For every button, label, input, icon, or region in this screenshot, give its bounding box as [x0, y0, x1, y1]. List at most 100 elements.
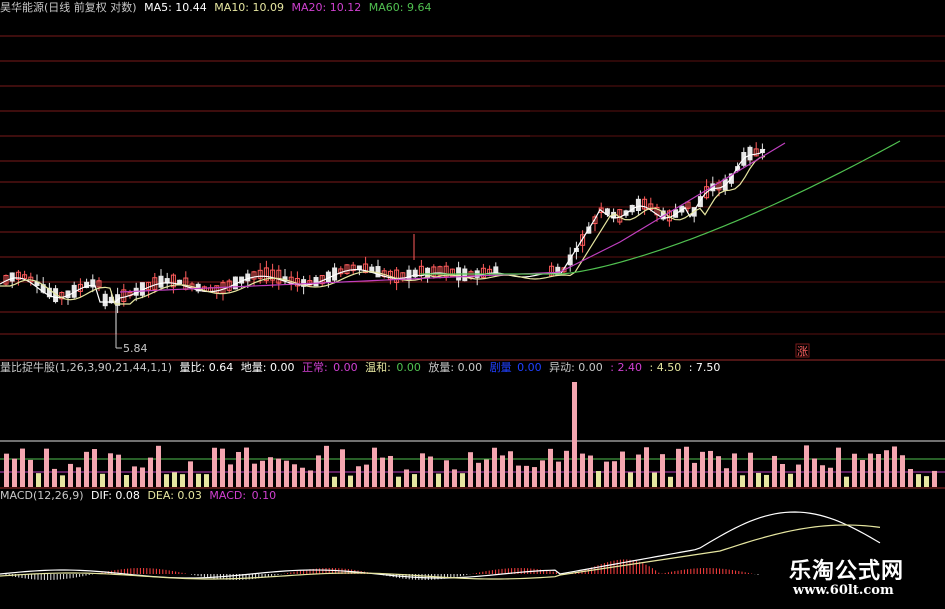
volume-bar: [356, 466, 361, 487]
volume-bar: [76, 467, 81, 487]
volume-bar: [780, 463, 785, 487]
volume-bar: [500, 455, 505, 487]
volume-bar: [764, 474, 769, 487]
volume-bar: [204, 474, 209, 487]
volume-bar: [60, 475, 65, 487]
volume-bar: [364, 464, 369, 487]
volume-bar: [340, 449, 345, 487]
candle-body: [747, 146, 753, 161]
volume-bar: [316, 455, 321, 487]
watermark-url: www.60lt.com: [793, 583, 894, 598]
volume-bar: [892, 446, 897, 487]
volume-bar: [196, 473, 201, 487]
volume-bar: [636, 454, 641, 487]
volume-bar: [84, 451, 89, 487]
volume-bar: [308, 470, 313, 487]
dea-line: [0, 524, 881, 580]
volume-bar: [28, 459, 33, 487]
volume-bar: [684, 446, 689, 487]
volume-bar: [12, 458, 17, 487]
volume-bar: [268, 457, 273, 487]
volume-bar: [828, 467, 833, 487]
volume-bar: [460, 473, 465, 487]
volume-bars: [4, 382, 937, 487]
volume-bar: [908, 468, 913, 487]
volume-bar: [548, 448, 553, 487]
volume-bar: [132, 466, 137, 487]
volume-bar: [924, 476, 929, 487]
volume-bar: [212, 447, 217, 487]
volume-bar: [700, 451, 705, 487]
volume-bar: [476, 462, 481, 487]
volume-bar: [396, 476, 401, 487]
volume-bar: [820, 465, 825, 487]
volume-bar: [348, 475, 353, 487]
volume-bar: [692, 462, 697, 487]
volume-bar: [260, 460, 265, 487]
volume-bar: [804, 445, 809, 487]
volume-bar: [852, 453, 857, 487]
volume-bar: [300, 467, 305, 487]
ma5-line: [0, 148, 766, 303]
volume-bar: [876, 454, 881, 487]
volume-bar: [540, 460, 545, 487]
volume-bar: [436, 473, 441, 487]
volume-bar: [516, 465, 521, 487]
volume-bar: [492, 447, 497, 487]
volume-bar: [756, 472, 761, 487]
dif-line: [0, 511, 881, 579]
low-price-label: 5.84: [123, 342, 148, 355]
volume-bar: [20, 448, 25, 487]
volume-bar: [932, 470, 937, 487]
volume-bar: [628, 472, 633, 487]
volume-bar: [116, 454, 121, 487]
volume-bar: [412, 474, 417, 487]
volume-bar: [836, 447, 841, 487]
volume-bar: [812, 458, 817, 487]
volume-bar: [236, 451, 241, 487]
volume-bar: [292, 464, 297, 487]
volume-bar: [732, 453, 737, 487]
volume-bar: [444, 460, 449, 487]
volume-bar: [916, 474, 921, 487]
volume-bar: [660, 454, 665, 487]
low-price-marker: [115, 334, 122, 349]
volume-bar: [860, 460, 865, 487]
watermark-name: 乐淘公式网: [789, 559, 905, 584]
volume-bar: [468, 452, 473, 487]
volume-bar: [4, 453, 9, 487]
volume-bar: [484, 459, 489, 487]
volume-bar: [220, 448, 225, 487]
volume-bar: [244, 447, 249, 487]
volume-bar: [156, 445, 161, 487]
volume-bar: [716, 456, 721, 487]
volume-bar: [620, 451, 625, 487]
volume-bar: [868, 453, 873, 487]
volume-bar: [588, 455, 593, 487]
volume-bar: [332, 476, 337, 487]
volume-bar: [36, 473, 41, 487]
kline-chart-canvas[interactable]: 5.84 涨: [0, 0, 945, 609]
volume-bar: [324, 445, 329, 487]
zhang-label[interactable]: 涨: [797, 345, 808, 358]
volume-bar: [388, 455, 393, 487]
volume-bar: [532, 467, 537, 487]
volume-bar: [772, 455, 777, 487]
volume-bar: [580, 453, 585, 487]
volume-bar: [108, 453, 113, 487]
volume-bar: [612, 461, 617, 487]
volume-bar: [708, 450, 713, 487]
volume-bar: [404, 469, 409, 487]
volume-bar: [372, 447, 377, 487]
volume-bar: [276, 458, 281, 487]
volume-bar: [92, 449, 97, 487]
volume-bar: [44, 448, 49, 487]
macd-plot: [0, 511, 881, 580]
volume-bar: [148, 457, 153, 487]
volume-bar: [604, 461, 609, 487]
volume-bar: [796, 464, 801, 487]
volume-bar: [788, 473, 793, 487]
volume-bar: [508, 451, 513, 487]
volume-bar: [564, 450, 569, 487]
watermark: 乐淘公式网 www.60lt.com: [775, 551, 945, 609]
